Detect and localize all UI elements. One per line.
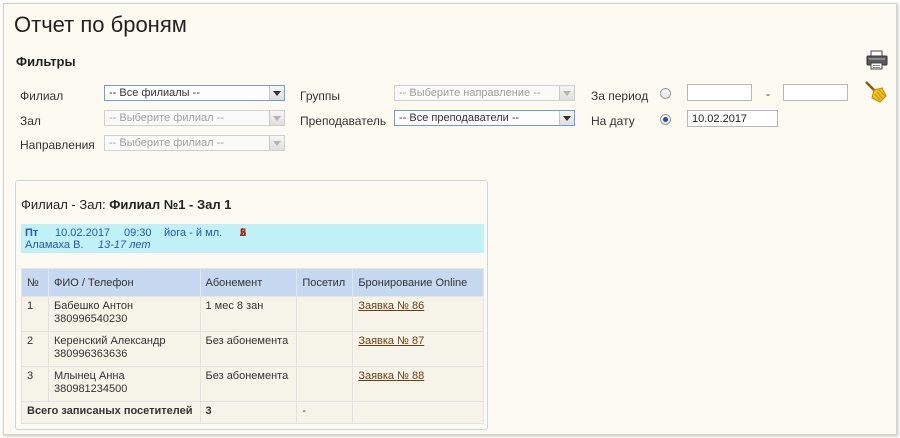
row-subscription: 1 мес 8 зан <box>199 296 298 332</box>
row-name: Керенский Александр <box>53 335 166 347</box>
direction-select[interactable]: -- Выберите филиал -- <box>104 135 285 151</box>
row-phone: 380981234500 <box>53 383 128 395</box>
period-from-input[interactable] <box>687 84 752 101</box>
period-radio[interactable] <box>660 88 671 99</box>
teacher-label: Преподаватель <box>300 114 387 128</box>
column-header-visited: Посетил <box>296 268 354 297</box>
on-date-radio[interactable] <box>660 114 671 125</box>
hall-label: Зал <box>20 114 41 128</box>
row-visited <box>296 296 354 332</box>
booking-link[interactable]: Заявка № 88 <box>358 370 424 382</box>
report-heading-value: Филиал №1 - Зал 1 <box>109 197 232 212</box>
row-name-phone: Млынец Анна 380981234500 <box>47 366 201 402</box>
report-page: Отчет по броням Фильтры Филиал -- Все фи… <box>3 3 897 435</box>
session-count-c: 5 <box>240 227 247 239</box>
page-title: Отчет по броням <box>14 12 187 37</box>
direction-select-value: -- Выберите филиал -- <box>109 137 224 149</box>
chevron-down-icon <box>559 111 574 125</box>
row-booking: Заявка № 88 <box>352 366 484 402</box>
session-age: 13-17 лет <box>98 239 151 251</box>
groups-select-value: -- Выберите направление -- <box>399 87 541 99</box>
teacher-select[interactable]: -- Все преподаватели -- <box>394 110 575 126</box>
chevron-down-icon <box>269 111 284 125</box>
direction-label: Направления <box>20 138 95 152</box>
booking-link[interactable]: Заявка № 86 <box>358 300 424 312</box>
period-label: За период <box>591 89 649 103</box>
row-booking: Заявка № 86 <box>352 296 484 332</box>
row-subscription: Без абонемента <box>199 366 298 402</box>
row-phone: 380996540230 <box>53 313 128 325</box>
session-time: 09:30 <box>124 227 152 239</box>
session-direction: йога - й мл. <box>164 227 223 239</box>
total-visited: - <box>296 401 354 424</box>
row-booking: Заявка № 87 <box>352 331 484 367</box>
on-date-label: На дату <box>591 114 635 128</box>
row-phone: 380996363636 <box>53 348 128 360</box>
report-heading-prefix: Филиал - Зал: <box>21 197 106 212</box>
chevron-down-icon <box>559 86 574 100</box>
session-date: 10.02.2017 <box>55 227 111 239</box>
column-header-name: ФИО / Телефон <box>47 268 201 297</box>
bookings-table: № ФИО / Телефон Абонемент Посетил Бронир… <box>21 268 484 424</box>
total-booking-empty <box>352 401 484 424</box>
teacher-select-value: -- Все преподаватели -- <box>399 112 520 124</box>
branch-select-value: -- Все филиалы -- <box>109 87 200 99</box>
table-row: 1 Бабешко Антон 380996540230 1 мес 8 зан … <box>21 296 484 332</box>
groups-label: Группы <box>300 89 340 103</box>
column-header-subscription: Абонемент <box>199 268 298 297</box>
session-day: Пт <box>25 227 39 239</box>
on-date-input[interactable] <box>687 110 778 127</box>
period-to-input[interactable] <box>783 84 848 101</box>
booking-link[interactable]: Заявка № 87 <box>358 335 424 347</box>
chevron-down-icon <box>269 136 284 150</box>
hall-select-value: -- Выберите филиал -- <box>109 112 224 124</box>
table-row: 2 Керенский Александр 380996363636 Без аб… <box>21 331 484 367</box>
hall-select[interactable]: -- Выберите филиал -- <box>104 110 285 126</box>
printer-icon[interactable] <box>866 50 888 73</box>
row-num: 3 <box>21 366 49 402</box>
total-label: Всего записаных посетителей <box>21 401 201 424</box>
branch-select[interactable]: -- Все филиалы -- <box>104 85 285 101</box>
table-header-row: № ФИО / Телефон Абонемент Посетил Бронир… <box>21 268 484 297</box>
column-header-booking: Бронирование Online <box>352 268 484 297</box>
row-subscription: Без абонемента <box>199 331 298 367</box>
column-header-num: № <box>21 268 49 297</box>
broom-icon[interactable] <box>864 80 888 107</box>
groups-select[interactable]: -- Выберите направление -- <box>394 85 575 101</box>
row-visited <box>296 366 354 402</box>
session-teacher: Аламаха В. <box>25 239 84 251</box>
row-name: Бабешко Антон <box>53 300 134 312</box>
session-bar: Пт 10.02.2017 09:30 йога - й мл. 2/3/5 А… <box>21 224 484 253</box>
row-num: 1 <box>21 296 49 332</box>
table-total-row: Всего записаных посетителей 3 - <box>21 401 484 424</box>
report-panel: Филиал - Зал: Филиал №1 - Зал 1 Пт 10.02… <box>15 180 488 430</box>
row-visited <box>296 331 354 367</box>
branch-label: Филиал <box>20 89 64 103</box>
filters-title: Фильтры <box>16 54 76 69</box>
row-num: 2 <box>21 331 49 367</box>
period-dash: - <box>766 87 770 101</box>
total-count: 3 <box>199 401 298 424</box>
report-heading: Филиал - Зал: Филиал №1 - Зал 1 <box>21 197 231 212</box>
row-name: Млынец Анна <box>53 370 125 382</box>
table-row: 3 Млынец Анна 380981234500 Без абонемента… <box>21 366 484 402</box>
chevron-down-icon <box>269 86 284 100</box>
row-name-phone: Бабешко Антон 380996540230 <box>47 296 201 332</box>
row-name-phone: Керенский Александр 380996363636 <box>47 331 201 367</box>
